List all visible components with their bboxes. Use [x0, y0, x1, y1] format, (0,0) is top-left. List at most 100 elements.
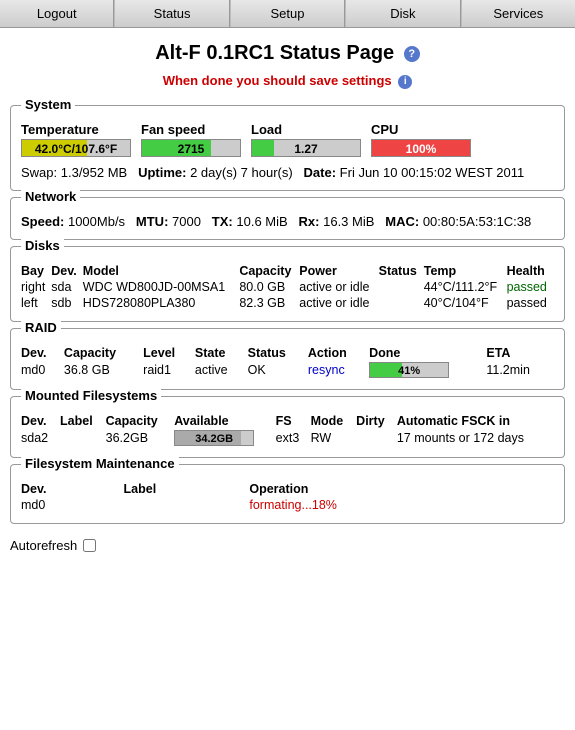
temperature-label: Temperature — [21, 122, 99, 137]
maint-header-row: Dev. Label Operation — [21, 481, 554, 497]
disks-col-health: Health — [507, 263, 554, 279]
disks-section-title: Disks — [21, 238, 64, 253]
table-row: md0 formating...18% — [21, 497, 554, 513]
mounted-fs-section-title: Mounted Filesystems — [21, 388, 161, 403]
fs-col-available: Available — [174, 413, 275, 429]
disks-col-bay: Bay — [21, 263, 51, 279]
autorefresh-label: Autorefresh — [10, 538, 77, 553]
maint-label — [124, 497, 250, 513]
fan-speed-value: 2715 — [142, 140, 240, 157]
fs-dirty — [356, 429, 397, 447]
raid-section-title: RAID — [21, 320, 61, 335]
raid-header-row: Dev. Capacity Level State Status Action … — [21, 345, 554, 361]
disk-temp: 44°C/111.2°F — [424, 279, 507, 295]
fan-speed-bar: 2715 — [141, 139, 241, 157]
disk-bay: left — [21, 295, 51, 311]
load-label: Load — [251, 122, 282, 137]
disk-health: passed — [507, 279, 554, 295]
disk-capacity: 80.0 GB — [239, 279, 299, 295]
fs-col-fsck: Automatic FSCK in — [397, 413, 554, 429]
cpu-item: CPU 100% — [371, 122, 471, 157]
fs-col-dirty: Dirty — [356, 413, 397, 429]
fs-maintenance-section: Filesystem Maintenance Dev. Label Operat… — [10, 464, 565, 524]
disk-model: HDS728080PLA380 — [83, 295, 240, 311]
nav-services[interactable]: Services — [461, 0, 575, 27]
fs-label — [60, 429, 106, 447]
disk-temp: 40°C/104°F — [424, 295, 507, 311]
nav-logout[interactable]: Logout — [0, 0, 114, 27]
raid-col-done: Done — [369, 345, 486, 361]
raid-state: active — [195, 361, 248, 379]
nav-setup[interactable]: Setup — [230, 0, 345, 27]
fs-col-mode: Mode — [311, 413, 357, 429]
raid-capacity: 36.8 GB — [64, 361, 143, 379]
table-row: right sda WDC WD800JD-00MSA1 80.0 GB act… — [21, 279, 554, 295]
table-row: left sdb HDS728080PLA380 82.3 GB active … — [21, 295, 554, 311]
maint-table: Dev. Label Operation md0 formating...18% — [21, 481, 554, 513]
disks-col-power: Power — [299, 263, 378, 279]
maint-col-operation: Operation — [249, 481, 554, 497]
network-section-title: Network — [21, 189, 80, 204]
network-info-row: Speed: 1000Mb/s MTU: 7000 TX: 10.6 MiB R… — [21, 214, 554, 229]
disk-dev: sdb — [51, 295, 83, 311]
speed-value: 1000Mb/s — [68, 214, 125, 229]
raid-action: resync — [308, 361, 369, 379]
cpu-label: CPU — [371, 122, 398, 137]
system-info-row: Swap: 1.3/952 MB Uptime: 2 day(s) 7 hour… — [21, 165, 554, 180]
cpu-value: 100% — [372, 140, 470, 157]
raid-table: Dev. Capacity Level State Status Action … — [21, 345, 554, 379]
system-section: System Temperature 42.0°C/107.6°F Fan sp… — [10, 105, 565, 191]
disk-power: active or idle — [299, 279, 378, 295]
raid-progress-text: 41% — [370, 363, 448, 379]
mac-label: MAC: — [385, 214, 419, 229]
disk-power: active or idle — [299, 295, 378, 311]
nav-disk[interactable]: Disk — [345, 0, 460, 27]
disks-header-row: Bay Dev. Model Capacity Power Status Tem… — [21, 263, 554, 279]
raid-eta: 11.2min — [486, 361, 554, 379]
fs-table: Dev. Label Capacity Available FS Mode Di… — [21, 413, 554, 447]
fs-fsck-in: 17 mounts or 172 days — [397, 429, 554, 447]
raid-col-status: Status — [248, 345, 308, 361]
raid-section: RAID Dev. Capacity Level State Status Ac… — [10, 328, 565, 390]
raid-col-state: State — [195, 345, 248, 361]
tx-value: 10.6 MiB — [236, 214, 287, 229]
raid-status: OK — [248, 361, 308, 379]
raid-col-level: Level — [143, 345, 195, 361]
fs-col-capacity: Capacity — [106, 413, 175, 429]
network-section: Network Speed: 1000Mb/s MTU: 7000 TX: 10… — [10, 197, 565, 240]
uptime-value: 2 day(s) 7 hour(s) — [190, 165, 293, 180]
rx-value: 16.3 MiB — [323, 214, 374, 229]
raid-level: raid1 — [143, 361, 195, 379]
maint-col-label: Label — [124, 481, 250, 497]
disk-capacity: 82.3 GB — [239, 295, 299, 311]
fs-capacity: 36.2GB — [106, 429, 175, 447]
tx-label: TX: — [212, 214, 233, 229]
date-value: Fri Jun 10 00:15:02 WEST 2011 — [340, 165, 525, 180]
load-value: 1.27 — [252, 140, 360, 157]
speed-label: Speed: — [21, 214, 64, 229]
temperature-value: 42.0°C/107.6°F — [22, 140, 130, 157]
autorefresh-checkbox[interactable] — [83, 539, 96, 552]
disk-status — [379, 279, 424, 295]
autorefresh-row: Autorefresh — [0, 530, 575, 561]
disks-table: Bay Dev. Model Capacity Power Status Tem… — [21, 263, 554, 311]
nav-status[interactable]: Status — [114, 0, 229, 27]
disk-dev: sda — [51, 279, 83, 295]
fs-header-row: Dev. Label Capacity Available FS Mode Di… — [21, 413, 554, 429]
temperature-item: Temperature 42.0°C/107.6°F — [21, 122, 131, 157]
page-title: Alt-F 0.1RC1 Status Page ? — [0, 28, 575, 69]
title-info-icon[interactable]: ? — [404, 46, 420, 62]
disk-bay: right — [21, 279, 51, 295]
cpu-bar: 100% — [371, 139, 471, 157]
system-section-title: System — [21, 97, 75, 112]
maint-col-dev: Dev. — [21, 481, 124, 497]
raid-col-dev: Dev. — [21, 345, 64, 361]
disks-col-capacity: Capacity — [239, 263, 299, 279]
maint-operation: formating...18% — [249, 497, 554, 513]
disks-col-dev: Dev. — [51, 263, 83, 279]
fs-dev: sda2 — [21, 429, 60, 447]
load-item: Load 1.27 — [251, 122, 361, 157]
fan-speed-label: Fan speed — [141, 122, 205, 137]
load-bar: 1.27 — [251, 139, 361, 157]
warning-info-icon[interactable]: i — [398, 75, 412, 89]
